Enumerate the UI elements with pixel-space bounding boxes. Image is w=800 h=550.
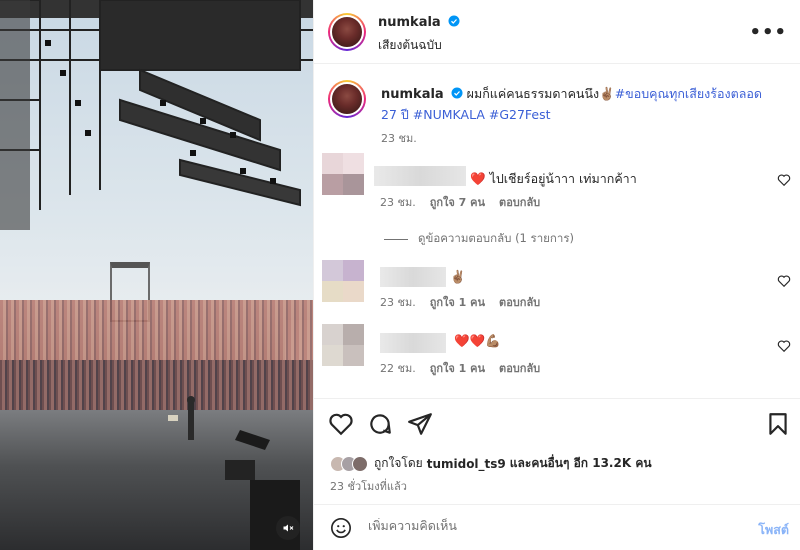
comment-likes[interactable]: ถูกใจ 7 คน: [430, 196, 485, 209]
mute-button[interactable]: [276, 516, 300, 540]
comment-emoji: ❤️: [470, 171, 486, 186]
post-caption: numkala ผมก็แค่คนธรรมดาคนนึง✌🏽#ขอบคุณทุก…: [381, 84, 781, 125]
post-comment-button[interactable]: โพสต์: [758, 520, 789, 540]
reply-button[interactable]: ตอบกลับ: [499, 196, 540, 209]
post-actions-bar: ถูกใจโดย tumidol_ts9 และคนอื่นๆ อีก 13.2…: [314, 398, 800, 503]
post-header: numkala เสียงต้นฉบับ •••: [314, 0, 800, 64]
verified-badge-icon: [451, 87, 463, 99]
reply-button[interactable]: ตอบกลับ: [499, 362, 540, 375]
caption-text: ผมก็แค่คนธรรมดาคนนึง: [466, 86, 600, 101]
audio-label[interactable]: เสียงต้นฉบับ: [378, 36, 442, 55]
post-timestamp[interactable]: 23 ชั่วโมงที่แล้ว: [330, 477, 407, 495]
likes-summary[interactable]: ถูกใจโดย tumidol_ts9 และคนอื่นๆ อีก 13.2…: [330, 454, 652, 473]
speaker-muted-icon: [283, 524, 294, 532]
commenter-username-blurred[interactable]: [380, 267, 446, 287]
comment-likes[interactable]: ถูกใจ 1 คน: [430, 362, 485, 375]
comment-input[interactable]: [368, 518, 728, 533]
verified-badge-icon: [448, 15, 460, 27]
commenter-avatar-blurred[interactable]: [322, 324, 364, 366]
comment-body: ❤️ ไปเชียร์อยู่น้าาา เท่มากค้าา: [470, 171, 637, 186]
post-detail-panel: numkala เสียงต้นฉบับ ••• numkala ผมก็แค่…: [313, 0, 800, 550]
commenter-avatar-blurred[interactable]: [322, 153, 364, 195]
share-paper-plane-icon[interactable]: [407, 411, 433, 437]
like-comment-heart-icon[interactable]: [777, 173, 791, 187]
caption-emoji: ✌🏽: [599, 86, 615, 101]
stage-truss-structure: [0, 0, 313, 230]
liker-username[interactable]: tumidol_ts9: [427, 457, 506, 471]
author-avatar[interactable]: [328, 13, 366, 51]
comment-meta: 23 ชม. ถูกใจ 1 คน ตอบกลับ: [380, 296, 541, 309]
liker-avatar: [352, 455, 368, 472]
replies-divider: [384, 238, 408, 240]
like-comment-heart-icon[interactable]: [777, 339, 791, 353]
comment-likes[interactable]: ถูกใจ 1 คน: [430, 296, 485, 309]
like-comment-heart-icon[interactable]: [777, 274, 791, 288]
commenter-username-blurred[interactable]: [380, 333, 446, 353]
performer-silhouette: [168, 396, 195, 440]
comment-bubble-icon[interactable]: [367, 411, 393, 437]
comment-meta: 22 ชม. ถูกใจ 1 คน ตอบกลับ: [380, 362, 541, 375]
caption-timestamp: 23 ชม.: [381, 132, 417, 145]
caption-username[interactable]: numkala: [381, 87, 444, 102]
like-heart-icon[interactable]: [328, 411, 354, 437]
commenter-avatar-blurred[interactable]: [322, 260, 364, 302]
caption-author-avatar[interactable]: [328, 80, 366, 118]
author-username[interactable]: numkala: [378, 15, 441, 30]
comment-emoji: ✌🏽: [450, 269, 466, 284]
add-comment-bar: โพสต์: [314, 504, 800, 550]
comment-emoji: ❤️❤️💪🏽: [454, 333, 501, 348]
view-replies-button[interactable]: ดูข้อความตอบกลับ (1 รายการ): [384, 230, 574, 248]
comment-meta: 23 ชม. ถูกใจ 7 คน ตอบกลับ: [380, 196, 541, 209]
emoji-smiley-icon[interactable]: [330, 517, 352, 539]
commenter-username-blurred[interactable]: [374, 166, 466, 186]
save-bookmark-icon[interactable]: [765, 411, 791, 437]
more-options-icon[interactable]: •••: [749, 22, 787, 43]
likes-count[interactable]: และคนอื่นๆ อีก 13.2K คน: [510, 454, 652, 473]
comments-scroll[interactable]: numkala ผมก็แค่คนธรรมดาคนนึง✌🏽#ขอบคุณทุก…: [314, 65, 800, 395]
post-media-video[interactable]: [0, 0, 313, 550]
reply-button[interactable]: ตอบกลับ: [499, 296, 540, 309]
